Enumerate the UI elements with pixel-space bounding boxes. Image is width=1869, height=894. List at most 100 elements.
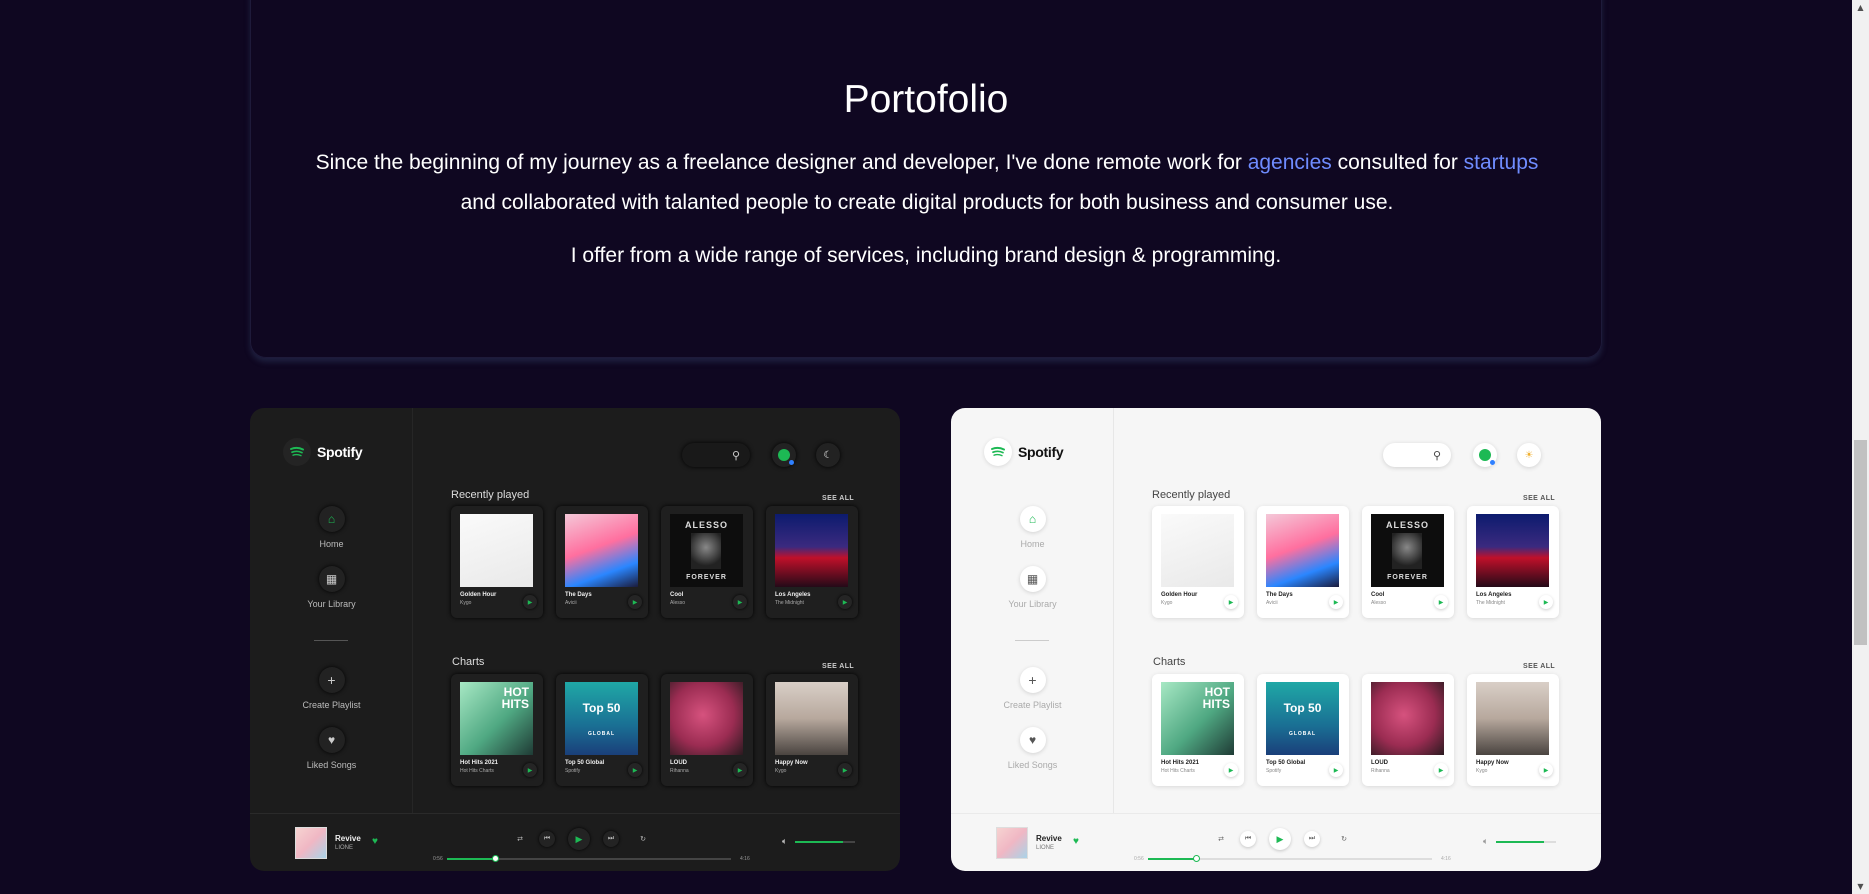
cover-text: GLOBAL (1288, 731, 1317, 737)
charts-title: Charts (452, 656, 485, 668)
album-card[interactable]: Top 50 GLOBAL Top 50 Global Spotify ▶ (556, 674, 648, 786)
album-cover (1476, 514, 1549, 587)
album-card[interactable]: Golden Hour Kygo ▶ (1152, 506, 1244, 618)
progress-knob[interactable] (1193, 855, 1201, 862)
see-all-charts-link[interactable]: SEE ALL (822, 663, 854, 670)
play-icon[interactable]: ▶ (1434, 763, 1448, 777)
album-card[interactable]: Happy Now Kygo ▶ (1467, 674, 1559, 786)
time-elapsed: 0:56 (1134, 856, 1144, 862)
search-box[interactable]: ⚲ (682, 443, 750, 467)
scrollbar-thumb[interactable] (1854, 440, 1867, 645)
play-icon[interactable]: ▶ (523, 763, 537, 777)
shuffle-icon[interactable]: ⇄ (512, 831, 528, 847)
previous-icon[interactable]: ⏮ (539, 831, 555, 847)
nav-label: Home (1020, 539, 1045, 549)
album-card[interactable]: LOUD Rihanna ▶ (661, 674, 753, 786)
nav-liked-songs[interactable]: ♥ Liked Songs (250, 727, 413, 770)
play-icon[interactable]: ▶ (523, 595, 537, 609)
album-card[interactable]: Happy Now Kygo ▶ (766, 674, 858, 786)
play-icon[interactable]: ▶ (733, 595, 747, 609)
album-card[interactable]: LOUD Rihanna ▶ (1362, 674, 1454, 786)
volume-icon[interactable]: 🔈︎ (1483, 836, 1488, 847)
album-title: The Days (565, 592, 592, 598)
album-card[interactable]: HOT HITS Hot Hits 2021 Hot Hits Charts ▶ (1152, 674, 1244, 786)
play-icon[interactable]: ▶ (838, 595, 852, 609)
cover-text: Top 50 (582, 701, 621, 715)
play-icon[interactable]: ▶ (1539, 763, 1553, 777)
album-artist: The Midnight (1476, 600, 1505, 606)
agencies-link[interactable]: agencies (1248, 151, 1332, 174)
scrollbar[interactable]: ▲ ▼ (1852, 0, 1869, 894)
album-artist: Alesso (1371, 600, 1387, 606)
play-icon[interactable]: ▶ (1434, 595, 1448, 609)
logo: Spotify (283, 438, 363, 466)
play-icon[interactable]: ▶ (1329, 595, 1343, 609)
play-icon[interactable]: ▶ (628, 763, 642, 777)
volume-slider[interactable] (1496, 841, 1556, 843)
theme-toggle-button[interactable]: ☀ (1517, 443, 1541, 467)
album-card[interactable]: The Days Avicii ▶ (556, 506, 648, 618)
previous-icon[interactable]: ⏮ (1240, 831, 1256, 847)
cover-text: Top 50 (1283, 701, 1322, 715)
album-cover (775, 682, 848, 755)
play-button-icon[interactable]: ▶ (568, 828, 590, 850)
play-icon[interactable]: ▶ (1224, 763, 1238, 777)
nav-create-playlist[interactable]: + Create Playlist (250, 667, 413, 710)
nav-liked-songs[interactable]: ♥ Liked Songs (951, 727, 1114, 770)
album-card[interactable]: HOT HITS Hot Hits 2021 Hot Hits Charts ▶ (451, 674, 543, 786)
repeat-icon[interactable]: ↻ (1336, 831, 1352, 847)
portfolio-screenshot-light[interactable]: Spotify ⌂ Home ▦ Your Library + Create P… (951, 408, 1601, 871)
scroll-down-arrow-icon[interactable]: ▼ (1856, 882, 1865, 891)
cover-text: HITS (1202, 697, 1230, 711)
progress-knob[interactable] (492, 855, 500, 862)
album-card[interactable]: The Days Avicii ▶ (1257, 506, 1349, 618)
album-card[interactable]: ALESSO FOREVER Cool Alesso ▶ (661, 506, 753, 618)
progress-bar[interactable] (447, 855, 731, 862)
nav-library[interactable]: ▦ Your Library (951, 566, 1114, 609)
play-icon[interactable]: ▶ (1224, 595, 1238, 609)
progress-bar[interactable] (1148, 855, 1432, 862)
see-all-recent-link[interactable]: SEE ALL (822, 495, 854, 502)
nav-home[interactable]: ⌂ Home (951, 506, 1114, 549)
play-icon[interactable]: ▶ (1329, 763, 1343, 777)
nav-library[interactable]: ▦ Your Library (250, 566, 413, 609)
nav-divider (1015, 640, 1049, 641)
startups-link[interactable]: startups (1464, 151, 1539, 174)
album-card[interactable]: Los Angeles The Midnight ▶ (766, 506, 858, 618)
cover-text: FOREVER (1387, 573, 1428, 581)
nav-create-playlist[interactable]: + Create Playlist (951, 667, 1114, 710)
shuffle-icon[interactable]: ⇄ (1213, 831, 1229, 847)
album-title: Los Angeles (1476, 592, 1512, 598)
like-heart-icon[interactable]: ♥ (372, 836, 378, 847)
album-artist: Alesso (670, 600, 686, 606)
player-bar: Revive LIONE ♥ ⇄ ⏮ ▶ ⏭ ↻ 0:56 4:16 🔈︎ (250, 813, 900, 871)
play-icon[interactable]: ▶ (838, 763, 852, 777)
theme-toggle-button[interactable]: ☾ (816, 443, 840, 467)
like-heart-icon[interactable]: ♥ (1073, 836, 1079, 847)
user-button[interactable] (772, 443, 796, 467)
album-artist: Kygo (1476, 768, 1488, 774)
album-cover: HOT HITS (460, 682, 533, 755)
play-icon[interactable]: ▶ (1539, 595, 1553, 609)
next-icon[interactable]: ⏭ (1304, 831, 1320, 847)
repeat-icon[interactable]: ↻ (635, 831, 651, 847)
volume-icon[interactable]: 🔈︎ (782, 836, 787, 847)
scroll-up-arrow-icon[interactable]: ▲ (1856, 3, 1865, 12)
play-icon[interactable]: ▶ (733, 763, 747, 777)
nav-home[interactable]: ⌂ Home (250, 506, 413, 549)
album-card[interactable]: ALESSO FOREVER Cool Alesso ▶ (1362, 506, 1454, 618)
user-button[interactable] (1473, 443, 1497, 467)
see-all-recent-link[interactable]: SEE ALL (1523, 495, 1555, 502)
next-icon[interactable]: ⏭ (603, 831, 619, 847)
portfolio-screenshot-dark[interactable]: Spotify ⌂ Home ▦ Your Library + Create P… (250, 408, 900, 871)
volume-slider[interactable] (795, 841, 855, 843)
play-button-icon[interactable]: ▶ (1269, 828, 1291, 850)
album-card[interactable]: Los Angeles The Midnight ▶ (1467, 506, 1559, 618)
album-card[interactable]: Golden Hour Kygo ▶ (451, 506, 543, 618)
play-icon[interactable]: ▶ (628, 595, 642, 609)
search-box[interactable]: ⚲ (1383, 443, 1451, 467)
time-total: 4:16 (1441, 856, 1451, 862)
recently-played-title: Recently played (1152, 489, 1231, 501)
album-card[interactable]: Top 50 GLOBAL Top 50 Global Spotify ▶ (1257, 674, 1349, 786)
see-all-charts-link[interactable]: SEE ALL (1523, 663, 1555, 670)
